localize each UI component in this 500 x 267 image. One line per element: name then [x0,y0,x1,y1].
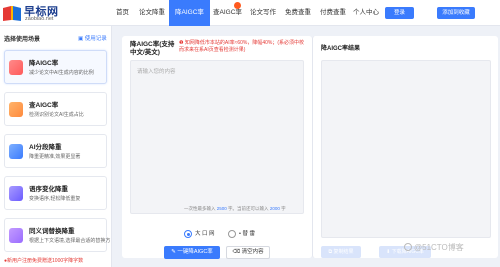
add-favorite-button[interactable]: 添加到收藏 [437,7,475,19]
synonym-icon [9,228,23,243]
new-user-promo: ●新用户注册免费赠送1000字降字数 [4,258,84,264]
scene-sidebar: 选择使用场景 ▣ 使用记录 降AIGC率 减少论文中AI生成内容的比例 查AIG… [0,26,112,267]
content-input-placeholder: 请输入您的内容 [137,69,176,75]
count-remaining: 2000 [269,206,280,211]
count-suffix: 字 [281,206,286,211]
char-count: 一次性最多输入 2500 字。当前还可以输入 2000 字 [184,206,286,212]
reduce-aigc-submit-button[interactable]: ✎ 一键降AIGC率 [164,246,220,259]
nav-paper-dedup[interactable]: 论文降重 [139,0,165,26]
ai-segment-icon [9,144,23,159]
scene-desc: 根据上下文语境,选择最合适的替换方 [29,238,111,244]
nav-free-check[interactable]: 免费查重 [285,0,311,26]
reduce-aigc-icon [9,60,23,75]
scene-word-order-dedup[interactable]: 语序变化降重 变换语序,轻松降低重复 [4,176,107,210]
option-label-1: 大 口 网 [195,231,215,237]
count-prefix: 一次性最多输入 [184,206,216,211]
scene-title: 语序变化降重 [29,186,68,193]
option-radio-2[interactable] [228,230,236,238]
nav-paper-writing[interactable]: 论文写作 [250,0,276,26]
scene-check-aigc[interactable]: 查AIGC率 检测识别论文AI生成占比 [4,92,107,126]
scene-title: 查AIGC率 [29,102,59,109]
usage-history-link[interactable]: ▣ 使用记录 [78,34,107,42]
input-panel-title: 降AIGC率(支持中文/英文) [130,41,175,56]
scene-title: AI分段降重 [29,144,62,151]
nav-user-center[interactable]: 个人中心 [353,0,379,26]
scene-title: 同义词替换降重 [29,228,75,235]
scene-desc: 变换语序,轻松降低重复 [29,196,81,202]
scene-reduce-aigc[interactable]: 降AIGC率 减少论文中AI生成内容的比例 [4,50,107,84]
nav-home[interactable]: 首页 [116,0,129,26]
warning-note: ❶ 知网降低市本站的AI率≈60%，降幅40%；(系必须中校而求来在系AI页查看… [179,40,305,53]
result-output [321,60,491,238]
logo-domain: zaobiao.net [25,16,54,22]
login-button[interactable]: 登录 [385,7,414,19]
count-max: 2500 [216,206,227,211]
usage-history-label: 使用记录 [84,36,107,42]
site-logo[interactable]: 早标网 zaobiao.net [2,2,102,24]
copy-result-button[interactable]: ⧉ 复制结果 [321,246,361,258]
option-radio-1[interactable] [184,230,192,238]
scene-synonym-dedup[interactable]: 同义词替换降重 根据上下文语境,选择最合适的替换方 [4,218,111,252]
clear-label: 清空内容 [241,249,264,255]
input-panel: 降AIGC率(支持中文/英文) ❶ 知网降低市本站的AI率≈60%，降幅40%；… [122,36,312,259]
hot-badge-icon [234,2,241,9]
option-label-2: • 替 雷 [239,231,255,237]
result-panel: 降AIGC率结果 ⧉ 复制结果 ⬇ 下载降AIGC率 [312,36,498,258]
count-mid: 字。当前还可以输入 [228,206,269,211]
copy-label: 复制结果 [333,249,354,255]
clear-icon: ⌫ [232,249,242,255]
book-logo-icon [3,6,21,21]
clear-content-button[interactable]: ⌫ 清空内容 [226,246,270,259]
watermark-icon [404,243,412,251]
sidebar-heading: 选择使用场景 [4,37,41,43]
submit-label: 一键降AIGC率 [177,249,213,255]
nav-reduce-aigc[interactable]: 降AIGC率 [169,0,210,26]
scene-desc: 检测识别论文AI生成占比 [29,112,84,118]
nav-paid-check[interactable]: 付费查重 [320,0,346,26]
history-icon: ▣ [78,36,84,42]
word-order-icon [9,186,23,201]
scene-desc: 降重更精准,效果更显著 [29,154,81,160]
result-panel-title: 降AIGC率结果 [321,46,361,52]
watermark: @51CTO博客 [414,243,464,252]
top-nav-bar: 早标网 zaobiao.net 首页 论文降重 降AIGC率 查AIGC率 论文… [0,0,500,26]
content-input[interactable]: 请输入您的内容 [130,60,304,214]
scene-title: 降AIGC率 [29,60,59,67]
scene-desc: 减少论文中AI生成内容的比例 [29,70,94,76]
check-aigc-icon [9,102,23,117]
scene-ai-segment-dedup[interactable]: AI分段降重 降重更精准,效果更显著 [4,134,107,168]
